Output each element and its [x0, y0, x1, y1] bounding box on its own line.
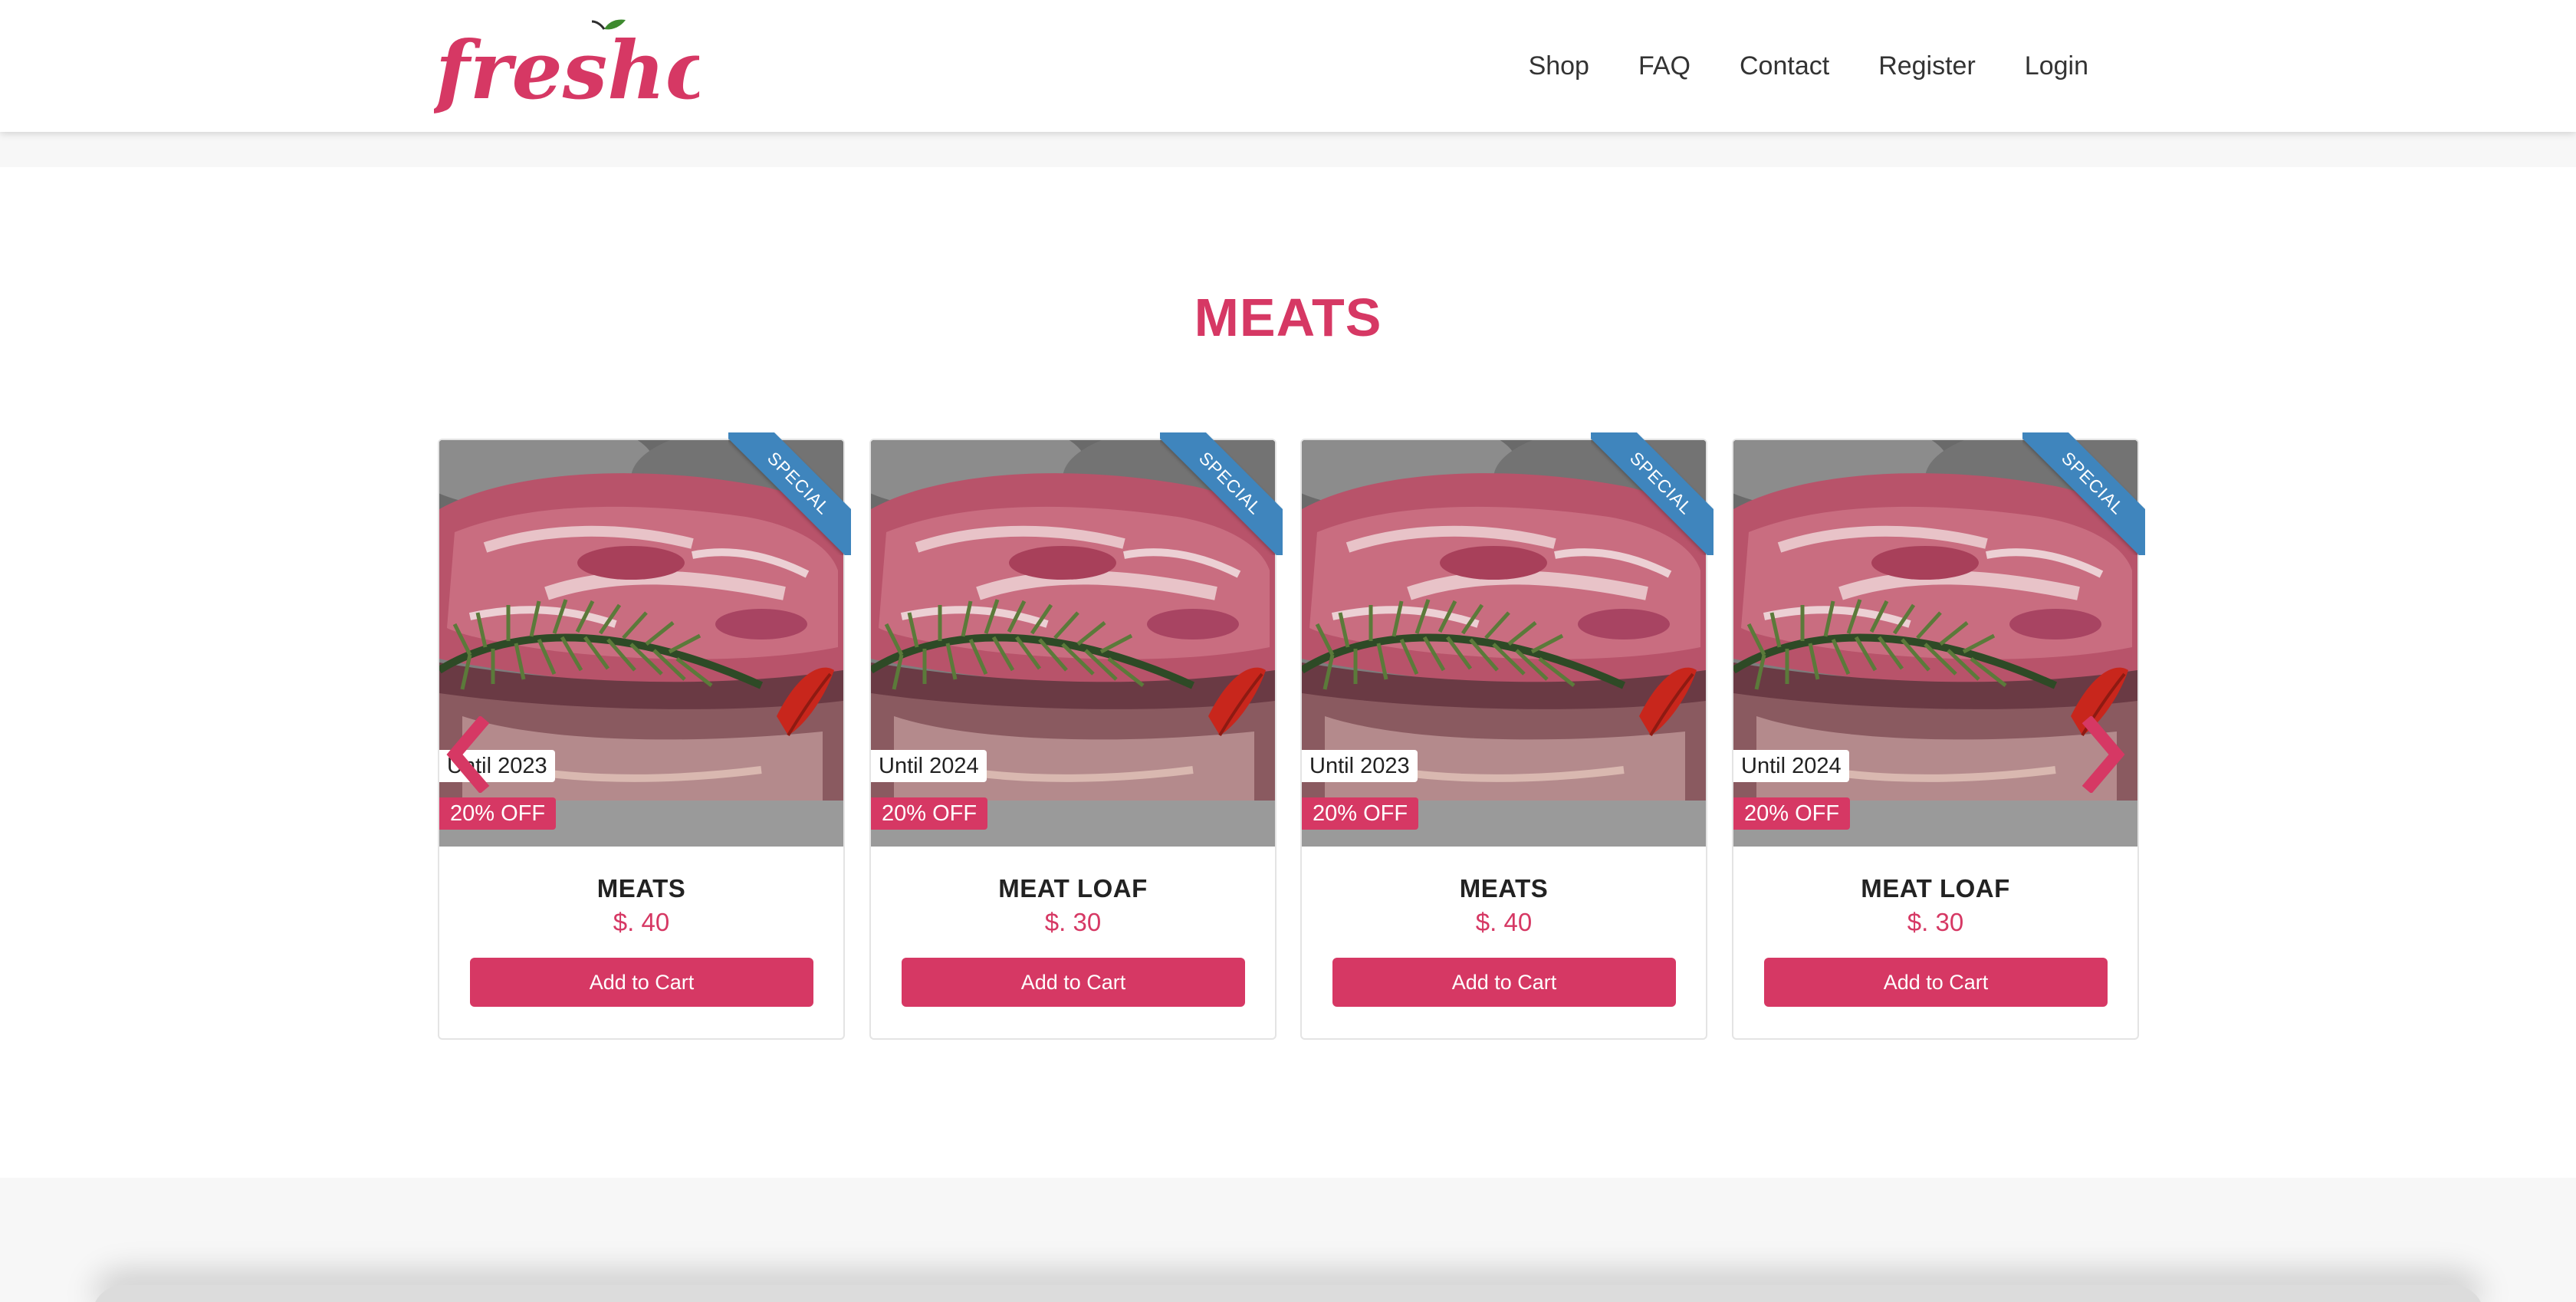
- product-price: $. 40: [1475, 908, 1533, 936]
- product-name[interactable]: MEATS: [439, 874, 843, 903]
- discount-badge: 20% OFF: [1302, 797, 1419, 830]
- logo-graphic: freshcery: [434, 19, 699, 117]
- product-card: Until 2023 20% OFF SPECIAL MEATS $. 40 A…: [438, 432, 851, 1040]
- site-header: freshcery Shop FAQ Contact Register Logi…: [0, 0, 2576, 132]
- add-to-cart-button[interactable]: Add to Cart: [902, 958, 1245, 1007]
- carousel-prev-button[interactable]: [442, 716, 496, 793]
- footer-panel-edge: [92, 1285, 2484, 1302]
- nav-link-login[interactable]: Login: [2000, 0, 2116, 132]
- nav-link-shop[interactable]: Shop: [1504, 0, 1614, 132]
- discount-badge: 20% OFF: [439, 797, 557, 830]
- add-to-cart-button[interactable]: Add to Cart: [470, 958, 813, 1007]
- special-ribbon-label: SPECIAL: [728, 432, 851, 555]
- carousel-next-button[interactable]: [2075, 716, 2129, 793]
- chevron-left-icon: [446, 716, 490, 793]
- until-badge: Until 2023: [1302, 750, 1418, 782]
- footer-area: [0, 1178, 2576, 1302]
- product-price: $. 30: [1044, 908, 1102, 936]
- product-name[interactable]: MEAT LOAF: [871, 874, 1275, 903]
- nav-link-faq[interactable]: FAQ: [1614, 0, 1715, 132]
- add-to-cart-button[interactable]: Add to Cart: [1764, 958, 2108, 1007]
- product-name[interactable]: MEATS: [1302, 874, 1706, 903]
- nav-link-register[interactable]: Register: [1854, 0, 2000, 132]
- special-ribbon-label: SPECIAL: [1160, 432, 1283, 555]
- product-carousel: Until 2023 20% OFF SPECIAL MEATS $. 40 A…: [438, 432, 2145, 1041]
- brand-logo[interactable]: freshcery: [434, 15, 699, 117]
- product-name[interactable]: MEAT LOAF: [1733, 874, 2137, 903]
- nav-link-contact[interactable]: Contact: [1715, 0, 1854, 132]
- discount-badge: 20% OFF: [1733, 797, 1851, 830]
- until-badge: Until 2024: [871, 750, 987, 782]
- special-ribbon: SPECIAL: [2022, 432, 2145, 555]
- product-card: Until 2024 20% OFF SPECIAL MEAT LOAF $. …: [869, 432, 1283, 1040]
- chevron-right-icon: [2082, 716, 2125, 793]
- section-title: MEATS: [1194, 288, 1382, 347]
- product-card: Until 2023 20% OFF SPECIAL MEATS $. 40 A…: [1300, 432, 1714, 1040]
- special-ribbon: SPECIAL: [1591, 432, 1714, 555]
- svg-text:freshcery: freshcery: [434, 23, 699, 117]
- product-price: $. 40: [613, 908, 670, 936]
- special-ribbon-label: SPECIAL: [2022, 432, 2145, 555]
- add-to-cart-button[interactable]: Add to Cart: [1332, 958, 1676, 1007]
- special-ribbon: SPECIAL: [728, 432, 851, 555]
- header-divider-band: [0, 132, 2576, 167]
- product-price: $. 30: [1907, 908, 1964, 936]
- main-nav: Shop FAQ Contact Register Login: [1504, 0, 2116, 132]
- until-badge: Until 2024: [1733, 750, 1849, 782]
- special-ribbon: SPECIAL: [1160, 432, 1283, 555]
- special-ribbon-label: SPECIAL: [1591, 432, 1714, 555]
- discount-badge: 20% OFF: [871, 797, 988, 830]
